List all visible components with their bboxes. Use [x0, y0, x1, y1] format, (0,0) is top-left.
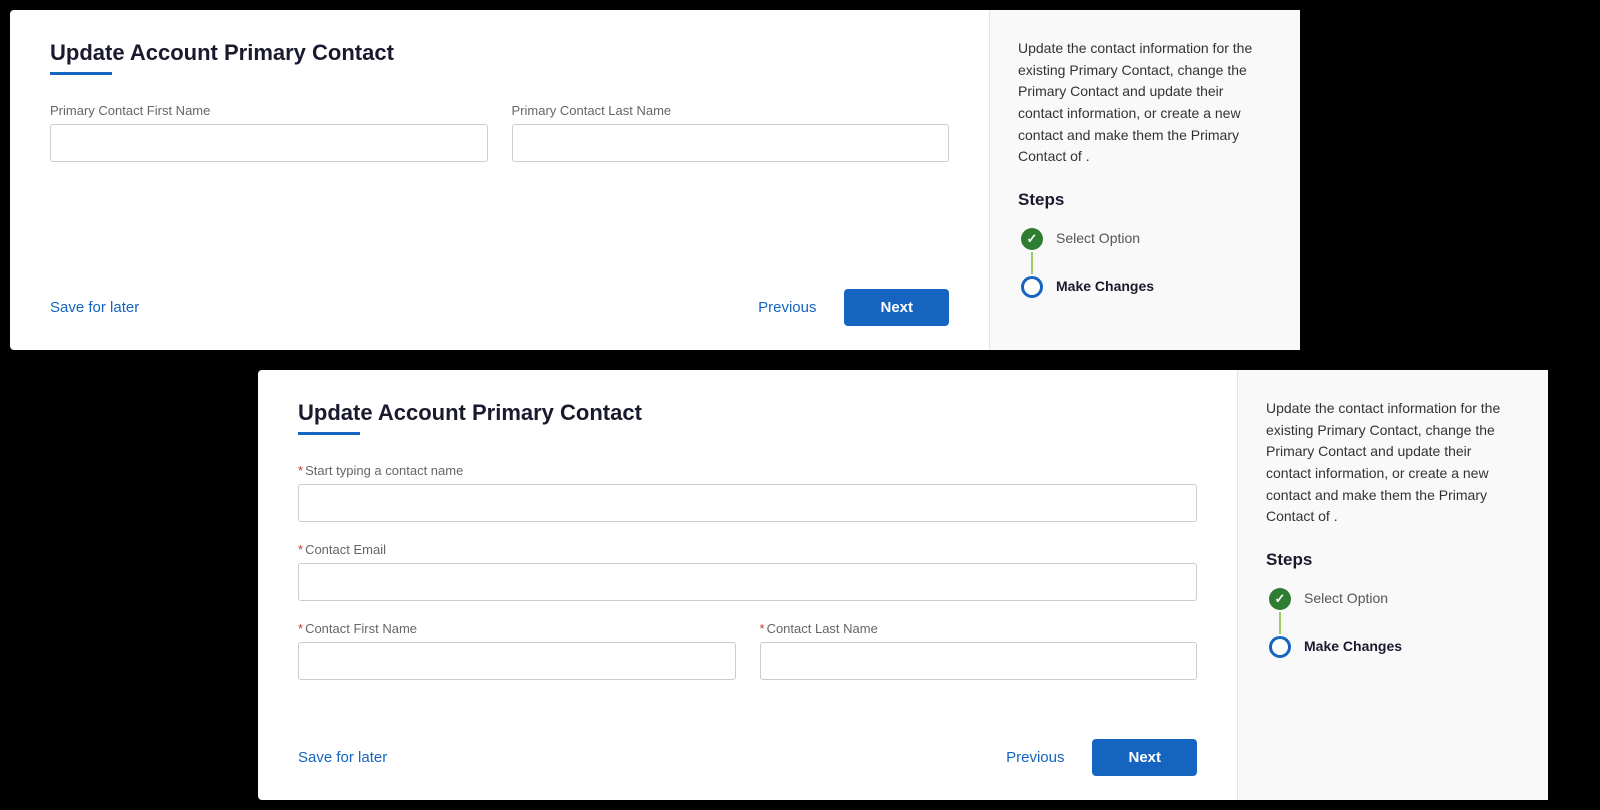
bottom-step-1: ✓ Select Option	[1266, 588, 1520, 636]
bottom-next-button[interactable]: Next	[1092, 739, 1197, 776]
top-name-row: Primary Contact First Name Primary Conta…	[50, 103, 949, 162]
top-last-name-group: Primary Contact Last Name	[512, 103, 950, 162]
top-form-section: Update Account Primary Contact Primary C…	[10, 10, 990, 350]
bottom-previous-button[interactable]: Previous	[990, 741, 1080, 774]
top-step-2-label: Make Changes	[1056, 276, 1154, 294]
bottom-step-1-icon: ✓	[1269, 588, 1291, 610]
bottom-first-name-label: *Contact First Name	[298, 621, 736, 636]
top-first-name-label: Primary Contact First Name	[50, 103, 488, 118]
top-step-1-label: Select Option	[1056, 228, 1140, 246]
bottom-sidebar-description: Update the contact information for the e…	[1266, 398, 1520, 528]
top-title-underline	[50, 72, 112, 75]
bottom-step-2-icon-col	[1266, 636, 1294, 658]
email-required-star: *	[298, 542, 303, 557]
bottom-step-2-label: Make Changes	[1304, 636, 1402, 654]
top-step-1-checkmark: ✓	[1027, 231, 1038, 247]
bottom-last-name-input[interactable]	[760, 642, 1198, 680]
top-first-name-group: Primary Contact First Name	[50, 103, 488, 162]
top-sidebar: Update the contact information for the e…	[990, 10, 1300, 350]
bottom-step-1-checkmark: ✓	[1275, 591, 1286, 607]
bottom-last-name-label: *Contact Last Name	[760, 621, 1198, 636]
top-step-1-icon-col: ✓	[1018, 228, 1046, 276]
bottom-title-underline	[298, 432, 360, 435]
bottom-email-group: *Contact Email	[298, 542, 1197, 601]
bottom-save-later-button[interactable]: Save for later	[298, 749, 387, 766]
last-name-required-star: *	[760, 621, 765, 636]
bottom-step-1-label: Select Option	[1304, 588, 1388, 606]
top-panel: Update Account Primary Contact Primary C…	[10, 10, 1300, 350]
top-step-1: ✓ Select Option	[1018, 228, 1272, 276]
bottom-first-name-input[interactable]	[298, 642, 736, 680]
bottom-step-connector	[1279, 612, 1281, 634]
bottom-email-input[interactable]	[298, 563, 1197, 601]
bottom-step-1-icon-col: ✓	[1266, 588, 1294, 636]
first-name-required-star: *	[298, 621, 303, 636]
bottom-name-row: *Contact First Name *Contact Last Name	[298, 621, 1197, 680]
top-step-2-icon	[1021, 276, 1043, 298]
bottom-contact-name-input[interactable]	[298, 484, 1197, 522]
top-next-button[interactable]: Next	[844, 289, 949, 326]
bottom-first-name-group: *Contact First Name	[298, 621, 736, 680]
top-previous-button[interactable]: Previous	[742, 291, 832, 324]
top-steps-list: ✓ Select Option Make Changes	[1018, 228, 1272, 298]
top-sidebar-description: Update the contact information for the e…	[1018, 38, 1272, 168]
bottom-email-label: *Contact Email	[298, 542, 1197, 557]
bottom-step-2: Make Changes	[1266, 636, 1520, 658]
bottom-form-footer: Save for later Previous Next	[298, 739, 1197, 776]
bottom-sidebar: Update the contact information for the e…	[1238, 370, 1548, 800]
top-form-footer: Save for later Previous Next	[50, 289, 949, 326]
top-last-name-input[interactable]	[512, 124, 950, 162]
top-step-2-icon-col	[1018, 276, 1046, 298]
bottom-contact-name-row: *Start typing a contact name	[298, 463, 1197, 522]
top-form-title: Update Account Primary Contact	[50, 40, 949, 66]
bottom-form-section: Update Account Primary Contact *Start ty…	[258, 370, 1238, 800]
top-step-1-icon: ✓	[1021, 228, 1043, 250]
contact-name-required-star: *	[298, 463, 303, 478]
bottom-nav-buttons: Previous Next	[990, 739, 1197, 776]
top-save-later-button[interactable]: Save for later	[50, 299, 139, 316]
top-nav-buttons: Previous Next	[742, 289, 949, 326]
top-last-name-label: Primary Contact Last Name	[512, 103, 950, 118]
bottom-form-title: Update Account Primary Contact	[298, 400, 1197, 426]
top-step-connector	[1031, 252, 1033, 274]
bottom-contact-name-group: *Start typing a contact name	[298, 463, 1197, 522]
top-step-2: Make Changes	[1018, 276, 1272, 298]
bottom-steps-title: Steps	[1266, 550, 1520, 570]
bottom-last-name-group: *Contact Last Name	[760, 621, 1198, 680]
bottom-steps-list: ✓ Select Option Make Changes	[1266, 588, 1520, 658]
top-first-name-input[interactable]	[50, 124, 488, 162]
bottom-panel: Update Account Primary Contact *Start ty…	[258, 370, 1548, 800]
bottom-step-2-icon	[1269, 636, 1291, 658]
top-steps-title: Steps	[1018, 190, 1272, 210]
bottom-contact-name-label: *Start typing a contact name	[298, 463, 1197, 478]
bottom-email-row: *Contact Email	[298, 542, 1197, 601]
